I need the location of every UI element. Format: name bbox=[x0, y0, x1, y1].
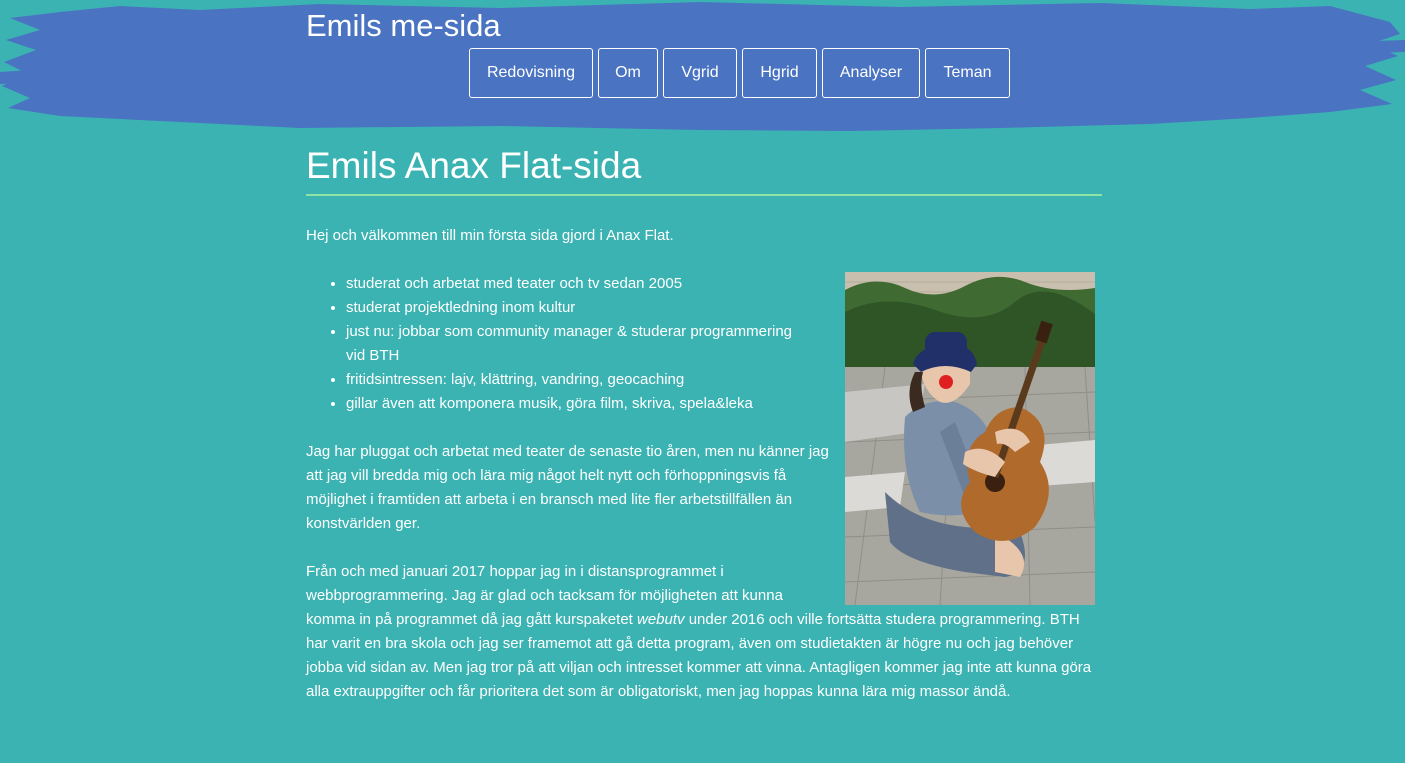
list-item: just nu: jobbar som community manager & … bbox=[346, 320, 806, 368]
paragraph-1: Jag har pluggat och arbetat med teater d… bbox=[306, 443, 829, 532]
list-item: gillar även att komponera musik, göra fi… bbox=[346, 392, 806, 416]
profile-photo bbox=[845, 272, 1095, 605]
nav-redovisning[interactable]: Redovisning bbox=[469, 48, 593, 98]
nav-om[interactable]: Om bbox=[598, 48, 658, 98]
page-title: Emils Anax Flat-sida bbox=[306, 140, 1102, 196]
nav-vgrid[interactable]: Vgrid bbox=[663, 48, 737, 98]
main-nav: Redovisning Om Vgrid Hgrid Analyser Tema… bbox=[469, 48, 1010, 98]
nav-analyser[interactable]: Analyser bbox=[822, 48, 920, 98]
intro-text: Hej och välkommen till min första sida g… bbox=[306, 227, 674, 244]
nav-teman[interactable]: Teman bbox=[925, 48, 1010, 98]
list-item: fritidsintressen: lajv, klättring, vandr… bbox=[346, 368, 806, 392]
list-item: studerat projektledning inom kultur bbox=[346, 296, 806, 320]
list-item: studerat och arbetat med teater och tv s… bbox=[346, 272, 806, 296]
site-title[interactable]: Emils me-sida bbox=[306, 6, 501, 46]
nav-hgrid[interactable]: Hgrid bbox=[742, 48, 817, 98]
webutv-emphasis: webutv bbox=[637, 611, 685, 628]
facts-list: studerat och arbetat med teater och tv s… bbox=[306, 272, 806, 416]
main-content: Emils Anax Flat-sida Hej och välkommen t… bbox=[306, 140, 1102, 704]
